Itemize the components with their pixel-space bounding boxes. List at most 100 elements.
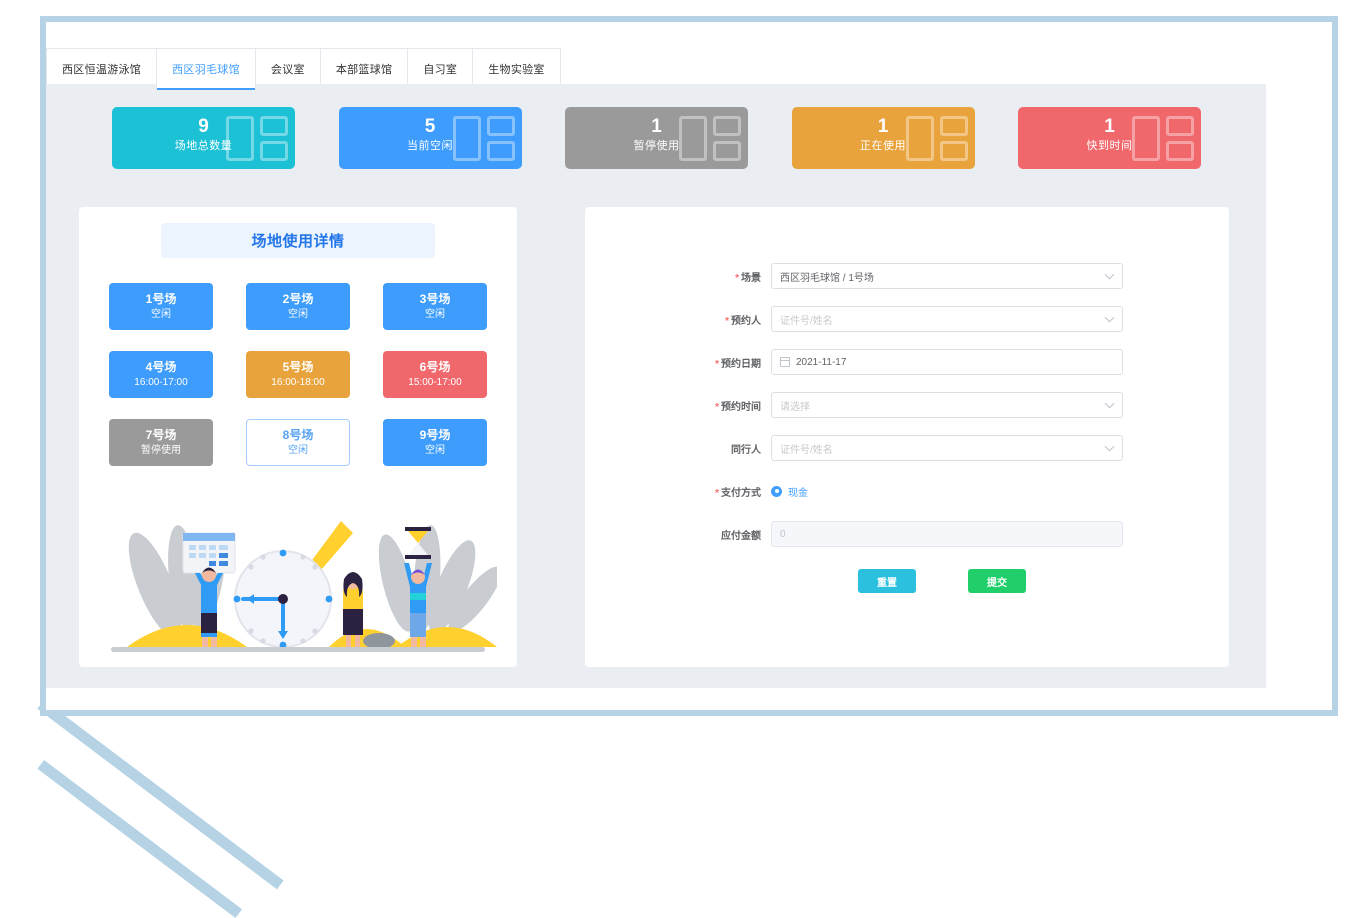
court-cell[interactable]: 9号场空闲 <box>383 419 487 466</box>
court-cell[interactable]: 1号场空闲 <box>109 283 213 330</box>
court-name: 2号场 <box>282 292 314 306</box>
form-row-payment: * 支付方式 现金 <box>683 478 1123 504</box>
amount-label: 应付金额 <box>721 530 761 542</box>
court-cell[interactable]: 2号场空闲 <box>246 283 350 330</box>
court-status: 空闲 <box>425 445 445 456</box>
stat-label: 当前空闲 <box>407 140 453 152</box>
chevron-down-icon <box>1104 312 1115 323</box>
stat-card-expiring[interactable]: 1 快到时间 <box>1018 107 1201 169</box>
form-row-date: * 预约日期 2021-11-17 <box>683 349 1123 375</box>
court-status: 暂停使用 <box>141 445 181 456</box>
court-name: 5号场 <box>282 360 314 374</box>
tab-study-room[interactable]: 自习室 <box>407 48 474 89</box>
venue-select[interactable]: 西区羽毛球馆 / 1号场 <box>771 263 1123 289</box>
time-label: * 预约时间 <box>715 401 761 413</box>
stat-value: 1 <box>651 116 662 137</box>
required-star: * <box>725 315 729 327</box>
radio-cash-label[interactable]: 现金 <box>788 484 808 499</box>
court-status: 16:00-17:00 <box>134 377 188 388</box>
court-name: 1号场 <box>145 292 177 306</box>
tab-main-basketball[interactable]: 本部篮球馆 <box>319 48 409 89</box>
booking-form-panel: * 场景 西区羽毛球馆 / 1号场 * 预约人 证件号/姓名 * 预约日期 20… <box>585 207 1229 667</box>
court-detail-panel: 场地使用详情 1号场 空闲 2号场 空闲 3号场 空闲 4号场 16:00-17:00 5号场 1… <box>79 207 517 667</box>
court-status: 16:00-18:00 <box>271 377 325 388</box>
stat-label: 快到时间 <box>1086 140 1133 152</box>
chevron-down-icon <box>1104 441 1115 452</box>
calendar-icon <box>780 357 790 367</box>
court-cell[interactable]: 4号场 16:00-17:00 <box>109 351 213 398</box>
court-detail-title-banner: 场地使用详情 <box>161 223 435 258</box>
stat-card-in-use[interactable]: 1 正在使用 <box>791 107 975 169</box>
form-button-row: 重置 提交 <box>683 569 1123 593</box>
court-cell[interactable]: 5号场 16:00-18:00 <box>246 351 350 398</box>
stat-value: 1 <box>877 116 889 137</box>
radio-cash-icon[interactable] <box>771 485 782 497</box>
court-detail-title: 场地使用详情 <box>251 233 345 250</box>
tab-west-badminton[interactable]: 西区羽毛球馆 <box>156 48 256 90</box>
court-cell[interactable]: 6号场 15:00-17:00 <box>383 351 487 398</box>
court-status: 空闲 <box>288 445 308 456</box>
court-name: 6号场 <box>419 360 451 374</box>
amount-value: 0 <box>780 528 786 540</box>
stat-value: 1 <box>1104 116 1115 137</box>
court-name: 3号场 <box>419 292 451 306</box>
stat-card-total-courts[interactable]: 9 场地总数量 <box>112 107 295 169</box>
required-star: * <box>715 358 719 370</box>
court-status: 15:00-17:00 <box>408 377 462 388</box>
stat-label: 暂停使用 <box>633 140 680 152</box>
stat-label: 正在使用 <box>860 140 906 152</box>
venue-label: * 场景 <box>735 272 761 284</box>
booking-form: * 场景 西区羽毛球馆 / 1号场 * 预约人 证件号/姓名 * 预约日期 20… <box>683 263 1123 593</box>
venue-value: 西区羽毛球馆 / 1号场 <box>780 272 874 284</box>
form-row-booker: * 预约人 证件号/姓名 <box>683 306 1123 332</box>
time-select[interactable]: 请选择 <box>771 392 1123 418</box>
court-name: 4号场 <box>145 360 177 374</box>
date-label: * 预约日期 <box>715 358 761 370</box>
companion-placeholder: 证件号/姓名 <box>780 444 833 456</box>
booker-placeholder: 证件号/姓名 <box>780 315 833 327</box>
chevron-down-icon <box>1104 398 1115 409</box>
tab-meeting-room[interactable]: 会议室 <box>254 48 321 89</box>
required-star: * <box>715 401 719 413</box>
companion-select[interactable]: 证件号/姓名 <box>771 435 1123 461</box>
court-name: 9号场 <box>419 428 451 442</box>
payment-radio-group: 现金 <box>771 484 1123 499</box>
booking-illustration <box>111 521 497 652</box>
court-cell[interactable]: 7号场暂停使用 <box>109 419 213 466</box>
court-cell[interactable]: 8号场空闲 <box>246 419 350 466</box>
form-row-venue: * 场景 西区羽毛球馆 / 1号场 <box>683 263 1123 289</box>
court-grid: 1号场 空闲 2号场 空闲 3号场 空闲 4号场 16:00-17:00 5号场 16:00-18… <box>109 283 487 466</box>
form-row-companion: 同行人 证件号/姓名 <box>683 435 1123 461</box>
required-star: * <box>735 272 739 284</box>
payment-label: * 支付方式 <box>715 487 761 499</box>
booker-select[interactable]: 证件号/姓名 <box>771 306 1123 332</box>
time-placeholder: 请选择 <box>780 401 810 413</box>
companion-label: 同行人 <box>731 444 761 456</box>
date-input[interactable]: 2021-11-17 <box>771 349 1123 375</box>
required-star: * <box>715 487 719 499</box>
amount-input: 0 <box>771 521 1123 547</box>
panels-container: 场地使用详情 1号场 空闲 2号场 空闲 3号场 空闲 4号场 16:00-17:00 5号场 1… <box>46 207 1266 667</box>
tab-bio-lab[interactable]: 生物实验室 <box>472 48 561 89</box>
booker-label: * 预约人 <box>725 315 761 327</box>
stat-card-suspended[interactable]: 1 暂停使用 <box>565 107 748 169</box>
form-row-amount: 应付金额 0 <box>683 521 1123 547</box>
form-row-time: * 预约时间 请选择 <box>683 392 1123 418</box>
court-name: 7号场 <box>145 428 177 442</box>
date-value: 2021-11-17 <box>796 356 847 368</box>
stat-label: 场地总数量 <box>174 140 233 152</box>
court-cell[interactable]: 3号场空闲 <box>383 283 487 330</box>
court-status: 空闲 <box>151 309 171 320</box>
stat-value: 5 <box>424 116 436 137</box>
stat-card-available[interactable]: 5 当前空闲 <box>338 107 522 169</box>
page-body: 9 场地总数量 5 当前空闲 1 暂停使用 1 正在使用 1 快到时间 场地使用详情 1号场 空闲 2… <box>46 84 1266 688</box>
court-name: 8号场 <box>282 428 314 442</box>
stat-card-row: 9 场地总数量 5 当前空闲 1 暂停使用 1 正在使用 1 快到时间 <box>46 107 1266 169</box>
reset-button[interactable]: 重置 <box>858 569 916 593</box>
court-status: 空闲 <box>425 309 445 320</box>
tab-west-swimming-pool[interactable]: 西区恒温游泳馆 <box>46 48 158 89</box>
chevron-down-icon <box>1104 269 1115 280</box>
stat-value: 9 <box>198 116 209 137</box>
court-status: 空闲 <box>288 309 308 320</box>
submit-button[interactable]: 提交 <box>968 569 1026 593</box>
